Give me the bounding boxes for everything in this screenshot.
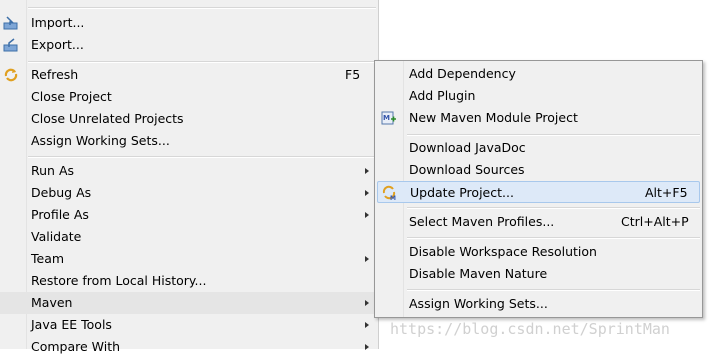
- menu-item-label: Team: [31, 251, 65, 266]
- menu-item-label: Export...: [31, 37, 84, 52]
- submenu-arrow-icon: [365, 212, 369, 218]
- menu-item-select-maven-profiles[interactable]: Select Maven Profiles... Ctrl+Alt+P: [375, 211, 702, 233]
- menu-item-label: Java EE Tools: [31, 317, 112, 332]
- menu-item-export[interactable]: Export...: [0, 34, 378, 56]
- menu-item-refresh[interactable]: Refresh F5: [0, 64, 378, 86]
- menu-separator: [407, 134, 700, 136]
- submenu-arrow-icon: [365, 168, 369, 174]
- menu-item-label: Restore from Local History...: [31, 273, 207, 288]
- refresh-icon: [4, 68, 18, 82]
- shortcut-label: Alt+F5: [645, 185, 688, 200]
- menu-item-disable-workspace-resolution[interactable]: Disable Workspace Resolution: [375, 241, 702, 263]
- shortcut-label: F5: [345, 67, 361, 82]
- menu-item-assign-working-sets[interactable]: Assign Working Sets...: [375, 293, 702, 315]
- menu-item-label: Assign Working Sets...: [409, 296, 548, 311]
- menu-separator: [28, 61, 376, 63]
- menu-item-label: Compare With: [31, 339, 121, 354]
- export-icon: [3, 38, 18, 52]
- menu-item-maven[interactable]: Maven: [0, 292, 378, 314]
- menu-separator: [28, 156, 376, 158]
- maven-submenu: Add Dependency Add Plugin M New Maven Mo…: [374, 60, 703, 318]
- menu-item-assign-working-sets[interactable]: Assign Working Sets...: [0, 130, 378, 152]
- menu-separator: [407, 237, 700, 239]
- svg-text:M: M: [390, 195, 396, 201]
- menu-item-label: Download JavaDoc: [409, 140, 526, 155]
- menu-item-label: Validate: [31, 229, 82, 244]
- watermark-text: https://blog.csdn.net/SprintMan: [390, 320, 670, 338]
- menu-item-update-project[interactable]: M Update Project... Alt+F5: [377, 181, 700, 203]
- menu-item-validate[interactable]: Validate: [0, 226, 378, 248]
- menu-item-team[interactable]: Team: [0, 248, 378, 270]
- submenu-arrow-icon: [365, 300, 369, 306]
- maven-module-icon: M: [381, 111, 396, 125]
- menu-item-debug-as[interactable]: Debug As: [0, 182, 378, 204]
- menu-item-label: Refresh: [31, 67, 79, 82]
- menu-item-import[interactable]: Import...: [0, 12, 378, 34]
- menu-item-close-project[interactable]: Close Project: [0, 86, 378, 108]
- menu-item-label: Debug As: [31, 185, 92, 200]
- menu-item-label: Run As: [31, 163, 75, 178]
- menu-item-add-dependency[interactable]: Add Dependency: [375, 63, 702, 85]
- project-context-menu: Import... Export... Refresh F5 Close Pro…: [0, 0, 379, 354]
- menu-item-disable-maven-nature[interactable]: Disable Maven Nature: [375, 263, 702, 285]
- menu-item-restore-local-history[interactable]: Restore from Local History...: [0, 270, 378, 292]
- menu-separator: [28, 7, 376, 9]
- menu-item-label: Close Unrelated Projects: [31, 111, 184, 126]
- menu-item-profile-as[interactable]: Profile As: [0, 204, 378, 226]
- menu-item-label: New Maven Module Project: [409, 110, 578, 125]
- menu-item-label: Update Project...: [410, 185, 514, 200]
- menu-item-label: Add Plugin: [409, 88, 476, 103]
- menu-item-label: Close Project: [31, 89, 112, 104]
- update-project-icon: M: [382, 185, 396, 201]
- svg-text:M: M: [383, 114, 390, 122]
- submenu-arrow-icon: [365, 322, 369, 328]
- menu-separator: [407, 289, 700, 291]
- submenu-arrow-icon: [365, 344, 369, 350]
- menu-item-label: Add Dependency: [409, 66, 516, 81]
- menu-item-label: Select Maven Profiles...: [409, 214, 555, 229]
- shortcut-label: Ctrl+Alt+P: [621, 214, 689, 229]
- menu-item-run-as[interactable]: Run As: [0, 160, 378, 182]
- menu-item-label: Import...: [31, 15, 85, 30]
- import-icon: [3, 16, 18, 30]
- menu-item-label: Profile As: [31, 207, 89, 222]
- menu-item-label: Assign Working Sets...: [31, 133, 170, 148]
- menu-item-new-maven-module-project[interactable]: M New Maven Module Project: [375, 107, 702, 129]
- menu-item-compare-with[interactable]: Compare With: [0, 336, 378, 358]
- menu-item-java-ee-tools[interactable]: Java EE Tools: [0, 314, 378, 336]
- menu-item-add-plugin[interactable]: Add Plugin: [375, 85, 702, 107]
- menu-item-download-javadoc[interactable]: Download JavaDoc: [375, 137, 702, 159]
- menu-item-label: Maven: [31, 295, 73, 310]
- submenu-arrow-icon: [365, 256, 369, 262]
- menu-item-close-unrelated-projects[interactable]: Close Unrelated Projects: [0, 108, 378, 130]
- menu-separator: [407, 207, 700, 209]
- menu-item-label: Disable Workspace Resolution: [409, 244, 597, 259]
- submenu-arrow-icon: [365, 190, 369, 196]
- menu-item-label: Disable Maven Nature: [409, 266, 548, 281]
- menu-item-label: Download Sources: [409, 162, 525, 177]
- menu-item-download-sources[interactable]: Download Sources: [375, 159, 702, 181]
